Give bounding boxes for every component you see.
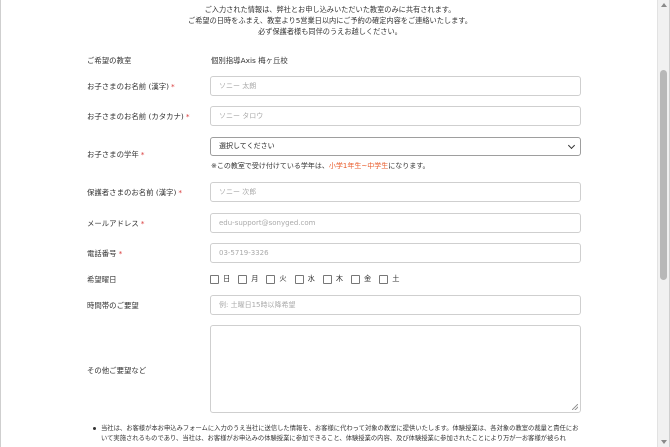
intro-line: ご希望の日時をふまえ、教室より5営業日以内にご予約の確定内容をご連絡いたします。 bbox=[188, 16, 472, 25]
days-label: 希望曜日 bbox=[87, 275, 117, 284]
child-name-input[interactable]: ソニー 太朗 bbox=[210, 76, 581, 96]
classroom-value: 個別指導Axis 梅ヶ丘校 bbox=[211, 56, 288, 65]
required-mark: * bbox=[185, 112, 190, 121]
scrollbar[interactable] bbox=[657, 0, 669, 447]
bullet-icon bbox=[93, 427, 96, 430]
day-option-fri[interactable]: 金 bbox=[351, 274, 371, 284]
checkbox[interactable] bbox=[238, 274, 248, 284]
required-mark: * bbox=[140, 150, 145, 159]
checkbox[interactable] bbox=[210, 274, 219, 284]
checkbox[interactable] bbox=[379, 274, 389, 284]
day-option-sun[interactable]: 日 bbox=[210, 274, 230, 284]
grade-label: お子さまの学年 * bbox=[87, 150, 145, 159]
required-mark: * bbox=[118, 249, 123, 258]
grade-note: ※この教室で受け付けている学年は、小学1年生~中学生になります。 bbox=[211, 162, 430, 170]
day-option-tue[interactable]: 火 bbox=[266, 274, 287, 284]
days-checkbox-group: 日 月 火 水 木 金 土 bbox=[210, 274, 407, 284]
phone-input[interactable]: 03-5719-3326 bbox=[210, 243, 581, 263]
day-option-mon[interactable]: 月 bbox=[238, 274, 258, 284]
email-input[interactable]: edu-support@sonyged.com bbox=[210, 213, 581, 233]
scroll-up-icon[interactable] bbox=[661, 3, 667, 7]
child-kana-label: お子さまのお名前 (カタカナ) * bbox=[87, 112, 190, 121]
intro-text: ご入力された情報は、弊社とお申し込みいただいた教室のみに共有されます。 ご希望の… bbox=[1, 4, 659, 37]
email-label: メールアドレス * bbox=[87, 219, 145, 228]
grade-note-highlight: 小学1年生~中学生 bbox=[328, 162, 389, 170]
grade-select[interactable]: 選択してください bbox=[210, 137, 581, 156]
checkbox[interactable] bbox=[322, 274, 332, 284]
other-textarea[interactable] bbox=[210, 325, 581, 413]
other-label: その他ご要望など bbox=[87, 366, 147, 375]
classroom-label: ご希望の教室 bbox=[87, 56, 132, 65]
time-input[interactable]: 例: 土曜日15時以降希望 bbox=[210, 295, 581, 315]
child-kana-input[interactable]: ソニー タロウ bbox=[210, 106, 581, 126]
child-name-label: お子さまのお名前 (漢字) * bbox=[87, 82, 175, 91]
scrollbar-thumb[interactable] bbox=[660, 70, 667, 280]
intro-line: ご入力された情報は、弊社とお申し込みいただいた教室のみに共有されます。 bbox=[204, 5, 456, 14]
guardian-name-input[interactable]: ソニー 次郎 bbox=[210, 182, 581, 202]
scroll-down-icon[interactable] bbox=[661, 440, 667, 444]
time-label: 時間帯のご要望 bbox=[87, 301, 139, 310]
checkbox[interactable] bbox=[266, 274, 276, 284]
intro-line: 必ず保護者様も同伴のうえお越しください。 bbox=[258, 27, 402, 36]
day-option-sat[interactable]: 土 bbox=[379, 274, 399, 284]
required-mark: * bbox=[178, 188, 183, 197]
page: ご入力された情報は、弊社とお申し込みいただいた教室のみに共有されます。 ご希望の… bbox=[0, 0, 670, 447]
chevron-down-icon bbox=[567, 141, 576, 150]
checkbox[interactable] bbox=[294, 274, 304, 284]
grade-selected-value: 選択してください bbox=[219, 142, 275, 150]
resize-grip-icon[interactable] bbox=[572, 404, 578, 410]
day-option-thu[interactable]: 木 bbox=[322, 274, 343, 284]
required-mark: * bbox=[171, 82, 175, 91]
phone-label: 電話番号 * bbox=[87, 249, 123, 258]
day-option-wed[interactable]: 水 bbox=[294, 274, 315, 284]
checkbox[interactable] bbox=[351, 274, 361, 284]
required-mark: * bbox=[140, 219, 145, 228]
disclaimer-text: 当社は、お客様が本お申込みフォームに入力のうえ当社に送信した情報を、お客様に代わ… bbox=[93, 424, 581, 444]
guardian-name-label: 保護者さまのお名前 (漢字) * bbox=[87, 188, 183, 197]
